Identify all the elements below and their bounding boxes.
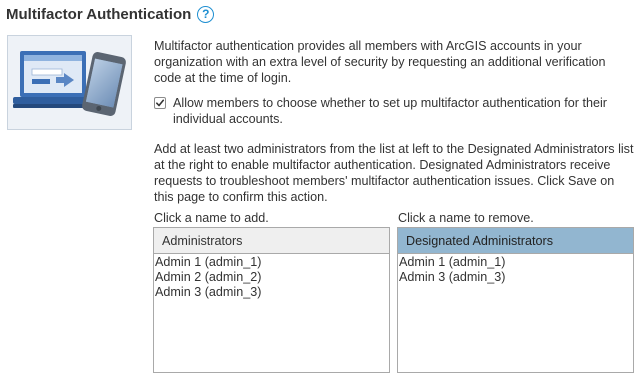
list-item[interactable]: Admin 3 (admin_3)	[398, 270, 633, 285]
administrators-list-header: Administrators	[154, 228, 389, 254]
list-item[interactable]: Admin 1 (admin_1)	[398, 255, 633, 270]
add-hint-label: Click a name to add.	[154, 211, 269, 225]
section-title: Multifactor Authentication	[6, 5, 192, 23]
administrators-list[interactable]: Administrators Admin 1 (admin_1) Admin 2…	[153, 227, 390, 373]
checkmark-icon	[156, 99, 165, 107]
designated-administrators-list-body: Admin 1 (admin_1) Admin 3 (admin_3)	[398, 254, 633, 285]
help-icon[interactable]: ?	[197, 5, 215, 23]
list-item[interactable]: Admin 2 (admin_2)	[154, 270, 389, 285]
intro-text: Multifactor authentication provides all …	[154, 39, 606, 85]
allow-member-setup-option[interactable]: Allow members to choose whether to set u…	[154, 95, 634, 127]
designated-administrators-list[interactable]: Designated Administrators Admin 1 (admin…	[397, 227, 634, 373]
list-item[interactable]: Admin 3 (admin_3)	[154, 285, 389, 300]
section-heading: Multifactor Authentication ?	[6, 4, 215, 24]
list-item[interactable]: Admin 1 (admin_1)	[154, 255, 389, 270]
administrators-list-body: Admin 1 (admin_1) Admin 2 (admin_2) Admi…	[154, 254, 389, 300]
allow-member-setup-checkbox[interactable]	[154, 97, 166, 109]
mfa-illustration	[7, 35, 132, 130]
allow-member-setup-label: Allow members to choose whether to set u…	[173, 96, 607, 126]
instructions-text: Add at least two administrators from the…	[154, 142, 634, 204]
remove-hint-label: Click a name to remove.	[398, 211, 534, 225]
designated-administrators-list-header: Designated Administrators	[398, 228, 633, 254]
